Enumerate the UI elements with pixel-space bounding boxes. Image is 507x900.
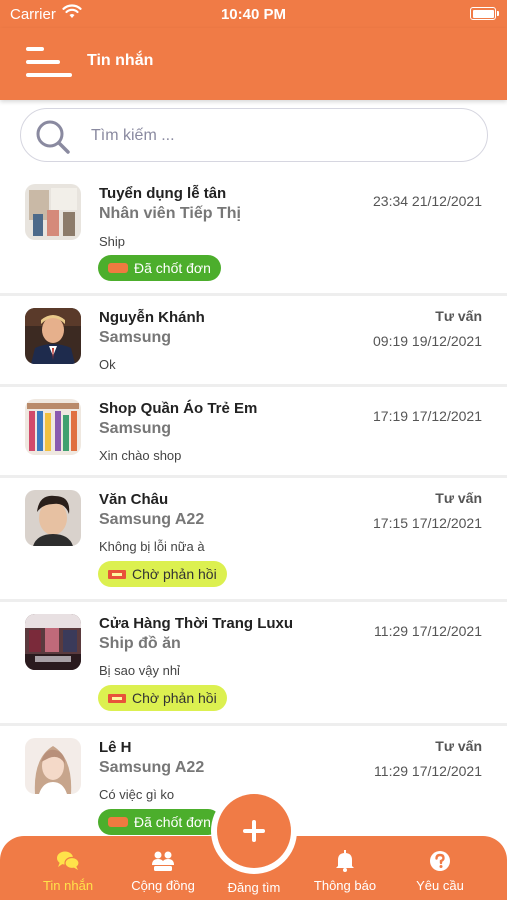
status-time: 10:40 PM	[220, 6, 287, 23]
menu-icon[interactable]	[26, 44, 74, 80]
ticket-icon	[108, 817, 128, 827]
avatar	[25, 490, 81, 546]
tab-notifications[interactable]: Thông báo	[297, 836, 393, 900]
bell-icon	[335, 850, 355, 877]
conversation-item[interactable]: Cửa Hàng Thời Trang Luxu Ship đồ ăn Bị s…	[0, 602, 507, 726]
conversation-time: 23:34 21/12/2021	[373, 193, 482, 209]
conversation-message: Ship	[99, 234, 126, 249]
add-post-button[interactable]	[217, 794, 291, 868]
tab-label: Thông báo	[313, 878, 377, 893]
conversation-list: Tuyển dụng lễ tân Nhân viên Tiếp Thị Shi…	[0, 172, 507, 836]
conversation-item[interactable]: Nguyễn Khánh Samsung Ok Tư vấn 09:19 19/…	[0, 296, 507, 387]
conversation-name: Cửa Hàng Thời Trang Luxu	[99, 615, 294, 632]
status-badge-label: Chờ phản hồi	[132, 566, 217, 582]
conversation-item[interactable]: Shop Quần Áo Trẻ Em Samsung Xin chào sho…	[0, 387, 507, 478]
status-badge: Đã chốt đơn	[98, 255, 221, 281]
ticket-icon	[108, 569, 126, 579]
conversation-product: Ship đồ ăn	[99, 635, 181, 652]
conversation-product: Samsung A22	[99, 511, 205, 528]
conversation-message: Bị sao vậy nhỉ	[99, 663, 180, 678]
avatar	[25, 184, 81, 240]
conversation-name: Tuyển dụng lễ tân	[99, 185, 227, 202]
conversation-name: Lê H	[99, 739, 132, 756]
conversation-item[interactable]: Tuyển dụng lễ tân Nhân viên Tiếp Thị Shi…	[0, 172, 507, 296]
avatar	[25, 399, 81, 455]
tab-label: Cộng đồng	[131, 878, 195, 893]
conversation-product: Samsung	[99, 420, 172, 437]
tab-label: Yêu cầu	[416, 878, 464, 893]
page-title: Tin nhắn	[87, 52, 154, 69]
conversation-product: Samsung	[99, 329, 172, 346]
status-badge-label: Đã chốt đơn	[134, 260, 211, 276]
conversation-name: Shop Quần Áo Trẻ Em	[99, 400, 258, 417]
tab-messages[interactable]: Tin nhắn	[20, 836, 116, 900]
conversation-item[interactable]: Văn Châu Samsung A22 Không bị lỗi nữa à …	[0, 478, 507, 602]
tab-requests[interactable]: Yêu cầu	[392, 836, 488, 900]
tab-label: Tin nhắn	[42, 878, 94, 893]
ticket-icon	[108, 263, 128, 273]
status-badge-label: Đã chốt đơn	[134, 814, 211, 830]
conversation-time: 11:29 17/12/2021	[374, 623, 482, 639]
avatar	[25, 614, 81, 670]
question-icon	[429, 850, 451, 877]
status-badge: Chờ phản hồi	[98, 561, 227, 587]
avatar	[25, 738, 81, 794]
conversation-product: Nhân viên Tiếp Thị	[99, 205, 241, 222]
conversation-message: Có việc gì ko	[99, 787, 175, 802]
status-badge: Chờ phản hồi	[98, 685, 227, 711]
conversation-tag: Tư vấn	[435, 308, 482, 324]
tab-label: Đăng tìm	[227, 880, 281, 895]
conversation-name: Nguyễn Khánh	[99, 309, 205, 326]
conversation-time: 11:29 17/12/2021	[374, 763, 482, 779]
status-bar: Carrier 10:40 PM	[0, 0, 507, 28]
status-badge-label: Chờ phản hồi	[132, 690, 217, 706]
battery-icon	[470, 7, 499, 20]
conversation-message: Không bị lỗi nữa à	[99, 539, 205, 554]
conversation-tag: Tư vấn	[435, 490, 482, 506]
conversation-name: Văn Châu	[99, 491, 169, 508]
search-icon[interactable]	[33, 117, 73, 162]
conversation-time: 17:15 17/12/2021	[373, 515, 482, 531]
ticket-icon	[108, 693, 126, 703]
tab-community[interactable]: Cộng đồng	[115, 836, 211, 900]
status-badge: Đã chốt đơn	[98, 809, 221, 835]
app-header: Tin nhắn	[0, 28, 507, 100]
conversation-tag: Tư vấn	[435, 738, 482, 754]
community-icon	[151, 850, 175, 877]
chat-bubbles-icon	[56, 850, 80, 877]
search-bar[interactable]	[20, 108, 488, 162]
conversation-product: Samsung A22	[99, 759, 205, 776]
conversation-message: Ok	[99, 357, 116, 372]
conversation-message: Xin chào shop	[99, 448, 182, 463]
conversation-time: 09:19 19/12/2021	[373, 333, 482, 349]
conversation-time: 17:19 17/12/2021	[373, 408, 482, 424]
search-input[interactable]	[91, 123, 461, 149]
avatar	[25, 308, 81, 364]
